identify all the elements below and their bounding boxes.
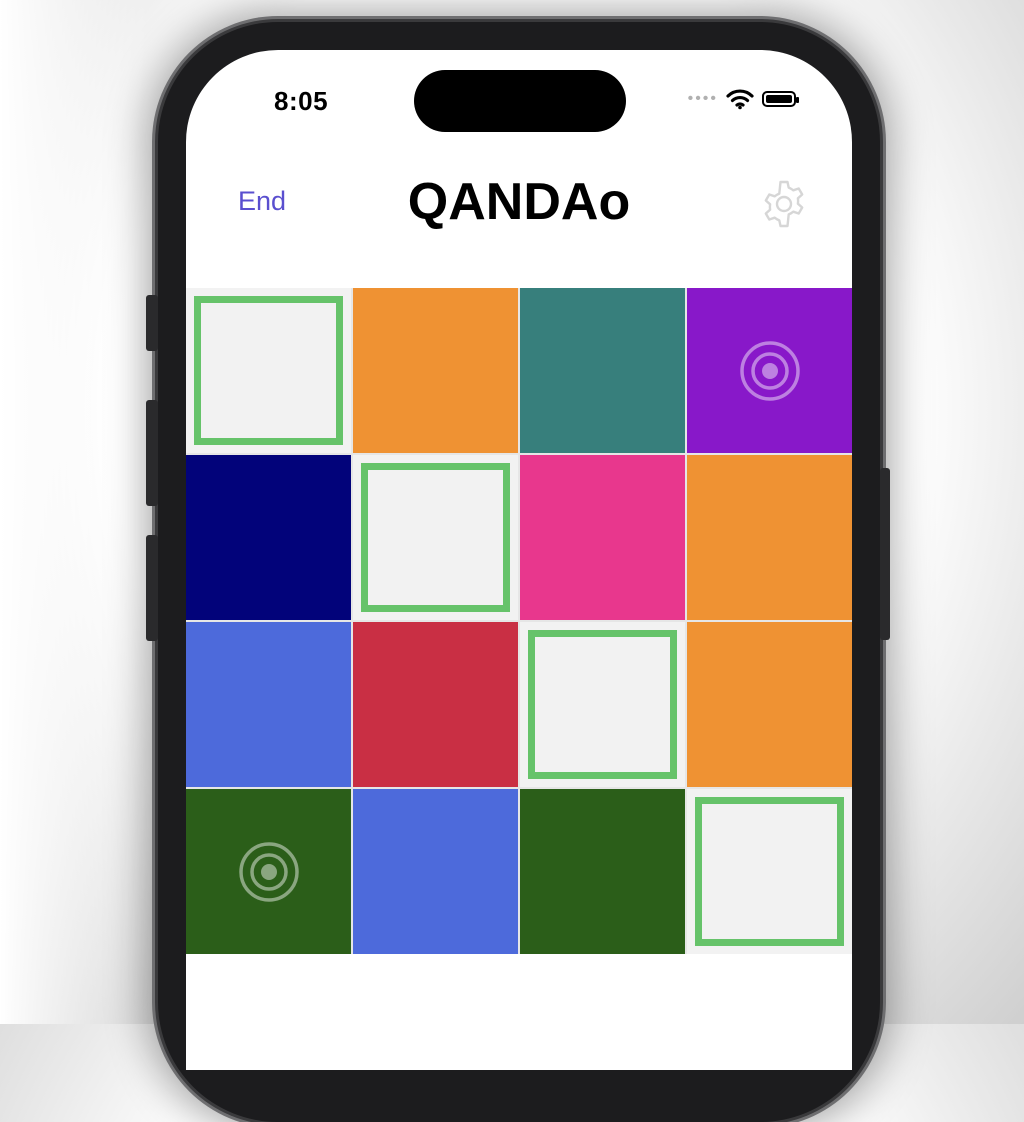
grid-cell-r3-c3[interactable] — [520, 622, 685, 787]
grid-cell-r2-c1[interactable] — [186, 455, 351, 620]
power-button — [880, 468, 890, 640]
target-frame — [194, 296, 343, 445]
grid-cell-r2-c3[interactable] — [520, 455, 685, 620]
status-time: 8:05 — [274, 86, 329, 116]
target-frame — [695, 797, 844, 946]
grid-cell-r3-c2[interactable] — [353, 622, 518, 787]
gear-icon[interactable] — [758, 178, 810, 230]
phone-screen: 8:05 •••• End QANDAo — [186, 50, 852, 1070]
grid-cell-r1-c1[interactable] — [186, 288, 351, 453]
cellular-signal-icon: •••• — [687, 90, 718, 107]
grid-cell-r4-c2[interactable] — [353, 789, 518, 954]
grid-cell-r4-c3[interactable] — [520, 789, 685, 954]
grid-cell-r1-c2[interactable] — [353, 288, 518, 453]
dynamic-island — [414, 70, 626, 132]
target-ring-icon — [238, 841, 299, 902]
grid-cell-r1-c4[interactable] — [687, 288, 852, 453]
grid-cell-r3-c4[interactable] — [687, 622, 852, 787]
wifi-icon — [726, 89, 754, 110]
backdrop-shadow — [0, 0, 150, 1024]
volume-up-button — [146, 400, 158, 506]
grid-cell-r1-c3[interactable] — [520, 288, 685, 453]
action-button — [146, 295, 158, 351]
grid-cell-r3-c1[interactable] — [186, 622, 351, 787]
target-ring-icon — [739, 340, 800, 401]
status-icons: •••• — [687, 88, 799, 110]
battery-icon — [762, 91, 799, 107]
game-grid — [186, 288, 852, 954]
grid-cell-r2-c2[interactable] — [353, 455, 518, 620]
grid-cell-r4-c4[interactable] — [687, 789, 852, 954]
page-title: QANDAo — [407, 173, 631, 231]
grid-cell-r4-c1[interactable] — [186, 789, 351, 954]
target-frame — [528, 630, 677, 779]
volume-down-button — [146, 535, 158, 641]
grid-cell-r2-c4[interactable] — [687, 455, 852, 620]
target-frame — [361, 463, 510, 612]
